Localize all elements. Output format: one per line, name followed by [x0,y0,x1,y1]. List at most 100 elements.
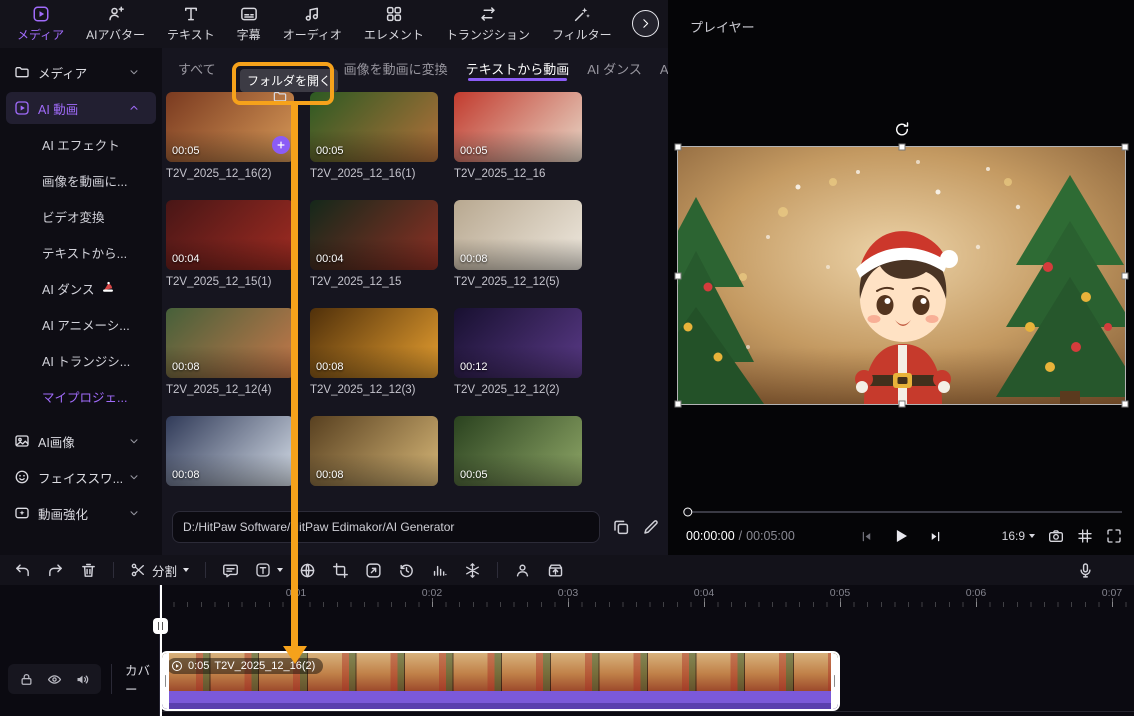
player-seek-bar[interactable] [686,511,1122,513]
selection-handle[interactable] [675,144,682,151]
video-card[interactable]: 00:08T2V_2025_12_12(4) [166,308,294,404]
sidebar-item-my-projects[interactable]: マイプロジェ... [6,380,156,412]
rotate-handle-icon[interactable] [893,121,910,138]
undo-button[interactable] [14,562,31,579]
step-forward-button[interactable] [928,529,943,544]
audio-levels-button[interactable] [431,562,448,579]
lock-track-icon[interactable] [19,672,34,687]
video-card[interactable]: 00:04T2V_2025_12_15 [310,200,438,296]
video-card[interactable]: 00:04T2V_2025_12_15(1) [166,200,294,296]
add-to-timeline-button[interactable] [272,136,290,154]
seek-knob[interactable] [683,508,692,517]
video-card[interactable]: 00:12T2V_2025_12_12(2) [454,308,582,404]
grid-button[interactable] [1077,528,1093,544]
split-button[interactable]: 分割 [130,561,189,580]
selection-handle[interactable] [1122,144,1129,151]
toggle-visibility-icon[interactable] [47,672,62,687]
sidebar-item-ai-image[interactable]: AI画像 [6,425,156,457]
ruler-label: 0:07 [1102,587,1122,599]
aspect-ratio-button[interactable]: 16:9 [1002,529,1035,543]
nav-item-subtitle[interactable]: 字幕 [226,0,272,48]
snapshot-button[interactable] [1048,528,1064,544]
sidebar-item-video-enhance[interactable]: 動画強化 [6,497,156,529]
media-tab-2[interactable]: 画像を動画に変換 [344,48,448,88]
timeline-toolbar: 分割 [0,555,1134,585]
video-card[interactable]: 00:08T2V_2025_12_12(5) [454,200,582,296]
record-voice-button[interactable] [1077,562,1094,579]
selection-handle[interactable] [675,401,682,408]
import-media-button[interactable] [547,562,564,579]
path-value: D:/HitPaw Software/HitPaw Edimakor/AI Ge… [183,520,454,534]
path-input[interactable]: D:/HitPaw Software/HitPaw Edimakor/AI Ge… [172,511,600,543]
sidebar-item-ai-dance[interactable]: AI ダンス [6,272,156,304]
sidebar-item-ai-video[interactable]: AI 動画 [6,92,156,124]
nav-more-button[interactable] [632,10,659,37]
play-button[interactable] [892,527,910,545]
subtitle-icon [240,5,258,23]
redo-button[interactable] [47,562,64,579]
video-card[interactable]: 00:05T2V_2025_12_16(2) [166,92,294,188]
translate-button[interactable] [299,562,316,579]
media-tab-5[interactable]: AI ア [660,48,668,88]
media-tab-4[interactable]: AI ダンス [587,48,642,88]
media-tab-1[interactable]: すべて [178,48,216,88]
nav-item-transition[interactable]: トランジション [435,0,541,48]
playhead[interactable] [160,585,162,716]
fullscreen-button[interactable] [1106,528,1122,544]
selection-handle[interactable] [898,144,905,151]
ruler-label: 0:02 [422,587,442,599]
history-button[interactable] [398,562,415,579]
clip-track-bar [162,691,838,703]
sidebar-item-label: AI アニメーシ... [42,315,130,334]
step-back-button[interactable] [859,529,874,544]
player-panel: プレイヤー [668,0,1134,555]
video-card[interactable]: 00:05 [454,416,582,492]
video-name: T2V_2025_12_15 [310,276,438,296]
sidebar-item-face-swap[interactable]: フェイススワ... [6,461,156,493]
delete-button[interactable] [80,562,97,579]
video-card[interactable]: 00:05T2V_2025_12_16 [454,92,582,188]
nav-item-audio[interactable]: オーディオ [272,0,353,48]
selection-handle[interactable] [1122,401,1129,408]
sidebar-item-image-to-video[interactable]: 画像を動画に... [6,164,156,196]
nav-item-elements[interactable]: エレメント [353,0,435,48]
copy-path-icon[interactable] [612,518,630,536]
media-tab-label: AI ダンス [587,59,642,78]
crop-button[interactable] [332,562,349,579]
selection-handle[interactable] [898,401,905,408]
video-card[interactable]: 00:05T2V_2025_12_16(1) [310,92,438,188]
timeline-ruler[interactable]: 0:010:020:030:040:050:060:07 [160,585,1134,607]
video-grid: 00:05T2V_2025_12_16(2)00:05T2V_2025_12_1… [166,92,668,492]
player-video-preview[interactable] [678,147,1125,404]
freeze-frame-button[interactable] [464,562,481,579]
nav-item-filter[interactable]: フィルター [541,0,623,48]
nav-item-text[interactable]: テキスト [156,0,226,48]
edit-path-icon[interactable] [642,518,660,536]
nav-item-media[interactable]: メディア [6,0,75,48]
video-card[interactable]: 00:08 [310,416,438,492]
cover-button[interactable]: カバー [111,664,159,694]
sidebar-item-ai-transition[interactable]: AI トランジシ... [6,344,156,376]
sidebar-item-text-to-video[interactable]: テキストから... [6,236,156,268]
playhead-grip[interactable] [153,618,168,634]
sidebar-item-ai-animation[interactable]: AI アニメーシ... [6,308,156,340]
export-frame-button[interactable] [365,562,382,579]
video-card[interactable]: 00:08 [166,416,294,492]
avatar-tool-button[interactable] [514,562,531,579]
clip-trim-left-handle[interactable] [162,653,169,709]
mute-track-icon[interactable] [75,672,90,687]
text-tool-button[interactable] [255,562,283,578]
timeline-tracks: 0:05 T2V_2025_12_16(2) [160,607,1134,716]
selection-handle[interactable] [1122,272,1129,279]
timeline-clip[interactable]: 0:05 T2V_2025_12_16(2) [160,651,840,711]
media-tab-3[interactable]: テキストから動画 [466,48,570,88]
nav-item-ai-avatar[interactable]: AIアバター [75,0,156,48]
video-duration: 00:08 [316,361,344,373]
selection-handle[interactable] [675,272,682,279]
sidebar-item-video-convert[interactable]: ビデオ変換 [6,200,156,232]
subtitle-tool-button[interactable] [222,562,239,579]
clip-trim-right-handle[interactable] [831,653,838,709]
video-card[interactable]: 00:08T2V_2025_12_12(3) [310,308,438,404]
sidebar-item-media[interactable]: メディア [6,56,156,88]
sidebar-item-ai-effect[interactable]: AI エフェクト [6,128,156,160]
